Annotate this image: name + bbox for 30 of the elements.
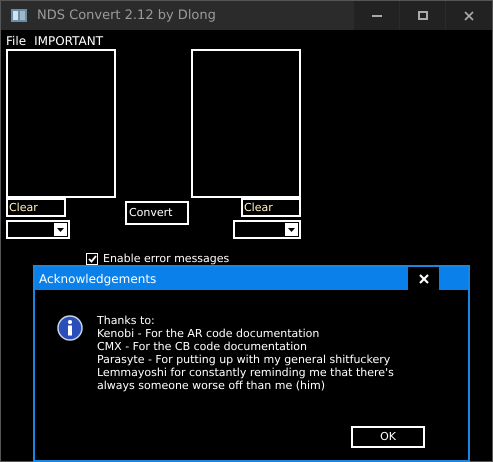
clear-field[interactable]: Clear: [6, 198, 66, 217]
message-text: Thanks to:: [97, 314, 156, 327]
maximize-icon: [418, 11, 428, 20]
list-box[interactable]: [6, 49, 116, 198]
maximize-button[interactable]: [400, 1, 445, 30]
window-title: NDS Convert 2.12 by Dlong: [37, 6, 216, 25]
menu-item[interactable]: IMPORTANT: [34, 32, 104, 48]
close-icon: [464, 10, 474, 20]
list-box[interactable]: [191, 49, 301, 198]
caret-icon: [285, 223, 298, 236]
dialog-title: Acknowledgements: [39, 270, 156, 288]
message-text: CMX - For the CB code documentation: [97, 340, 308, 353]
check-icon: [88, 255, 96, 264]
checkbox[interactable]: [86, 253, 98, 266]
checkbox-label: Enable error messages: [103, 251, 230, 267]
close-button[interactable]: [408, 267, 439, 290]
clear-field[interactable]: Clear: [241, 198, 301, 217]
message-text: Kenobi - For the AR code documentation: [97, 327, 320, 340]
dropdown[interactable]: [233, 220, 301, 239]
message-text: Lemmayoshi for constantly reminding me that there's always someone worse off than me (him): [97, 366, 395, 392]
convert-button[interactable]: Convert: [125, 201, 189, 226]
close-icon: [418, 274, 428, 284]
app-icon: [11, 9, 27, 22]
minimize-icon: [372, 14, 382, 17]
message-text: Parasyte - For putting up with my general shitfuckery: [97, 353, 392, 366]
ok-button[interactable]: OK: [351, 426, 425, 448]
caret-icon: [54, 223, 67, 236]
menu-item[interactable]: File: [6, 32, 26, 48]
info-icon: [57, 315, 83, 341]
dropdown[interactable]: [6, 220, 70, 239]
